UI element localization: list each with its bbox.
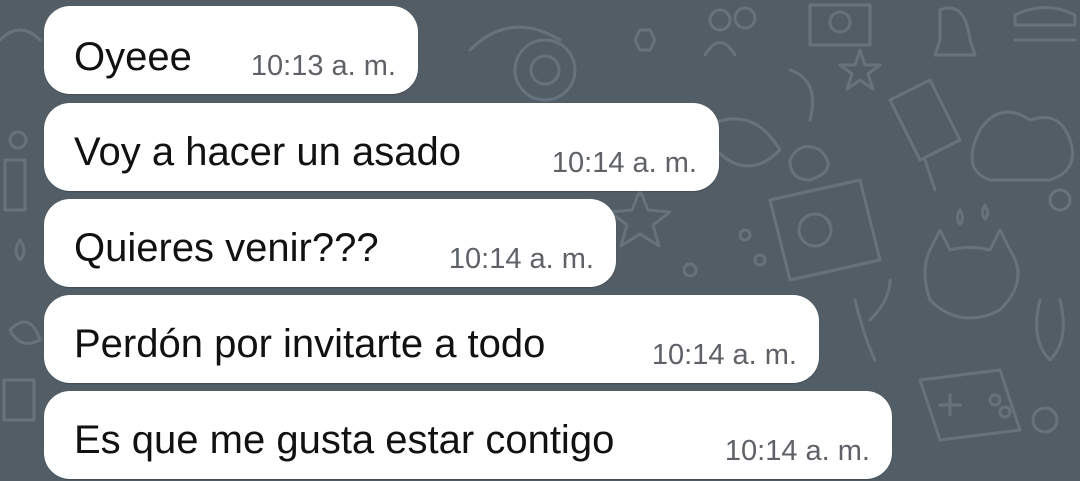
message-bubble[interactable]: Oyeee 10:13 a. m. — [44, 6, 418, 94]
message-text: Perdón por invitarte a todo — [74, 322, 546, 366]
message-bubble[interactable]: Es que me gusta estar contigo 10:14 a. m… — [44, 391, 892, 479]
message-bubble[interactable]: Quieres venir??? 10:14 a. m. — [44, 199, 616, 287]
chat-message-list: Oyeee 10:13 a. m. Voy a hacer un asado 1… — [0, 0, 1080, 481]
message-timestamp: 10:14 a. m. — [651, 339, 797, 371]
message-text: Oyeee — [74, 35, 192, 79]
message-timestamp: 10:14 a. m. — [551, 147, 697, 179]
message-text: Es que me gusta estar contigo — [74, 418, 615, 462]
message-text: Quieres venir??? — [74, 226, 379, 270]
message-timestamp: 10:14 a. m. — [448, 243, 594, 275]
message-bubble[interactable]: Perdón por invitarte a todo 10:14 a. m. — [44, 295, 819, 383]
message-bubble[interactable]: Voy a hacer un asado 10:14 a. m. — [44, 103, 719, 191]
message-timestamp: 10:13 a. m. — [250, 50, 396, 82]
message-text: Voy a hacer un asado — [74, 130, 461, 174]
message-timestamp: 10:14 a. m. — [724, 435, 870, 467]
